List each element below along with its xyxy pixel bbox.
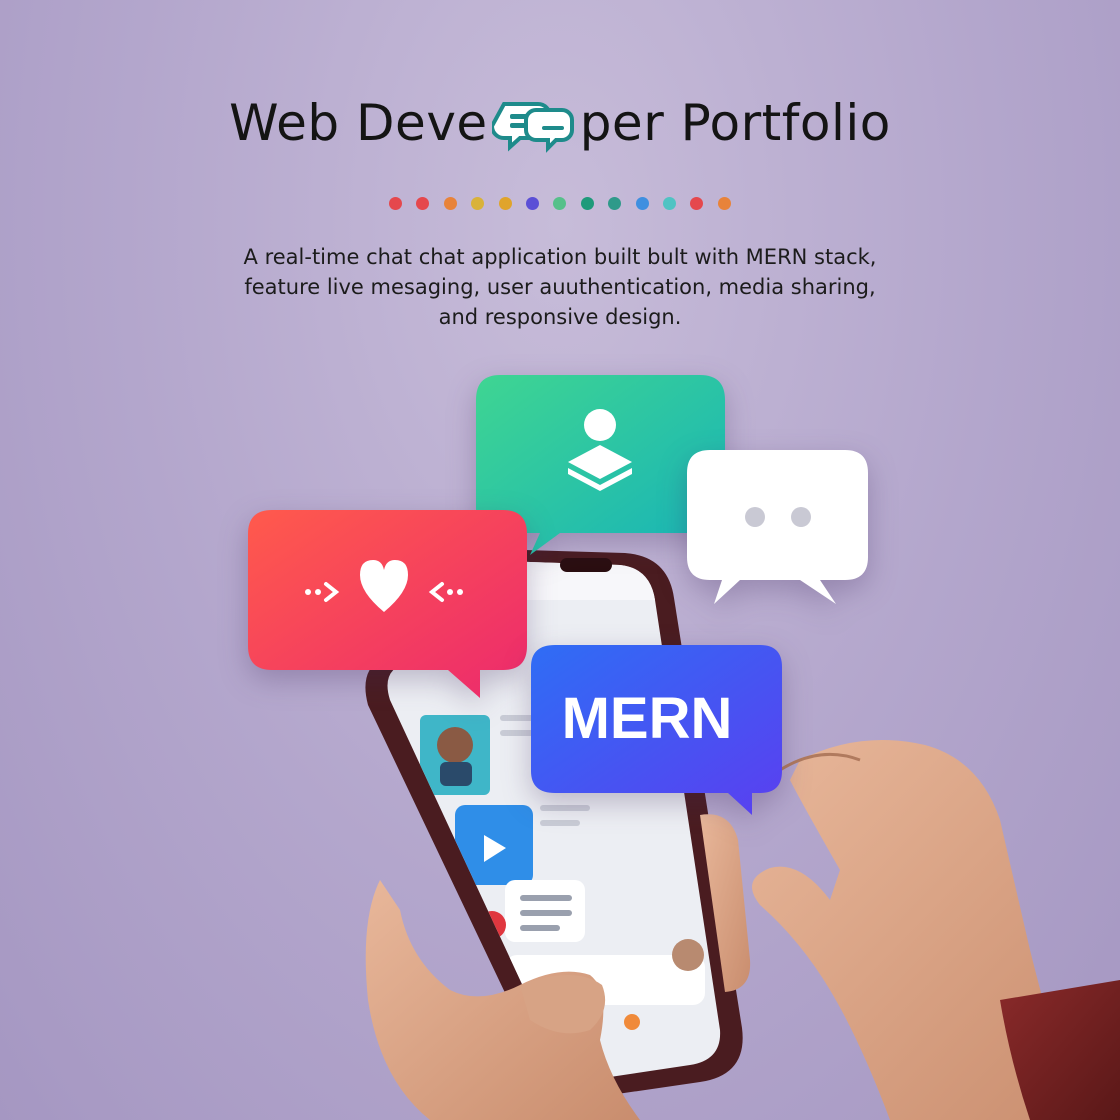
chat-app-illustration: MERN	[248, 375, 1120, 1120]
typing-dots-icon	[745, 507, 765, 527]
mern-label: MERN	[562, 686, 733, 751]
mern-bubble: MERN	[531, 645, 782, 815]
avatar	[437, 727, 473, 763]
right-hand	[752, 740, 1120, 1120]
white-typing-bubble	[687, 450, 868, 604]
red-heart-bubble	[248, 510, 527, 698]
message-lines-icon	[520, 895, 572, 901]
